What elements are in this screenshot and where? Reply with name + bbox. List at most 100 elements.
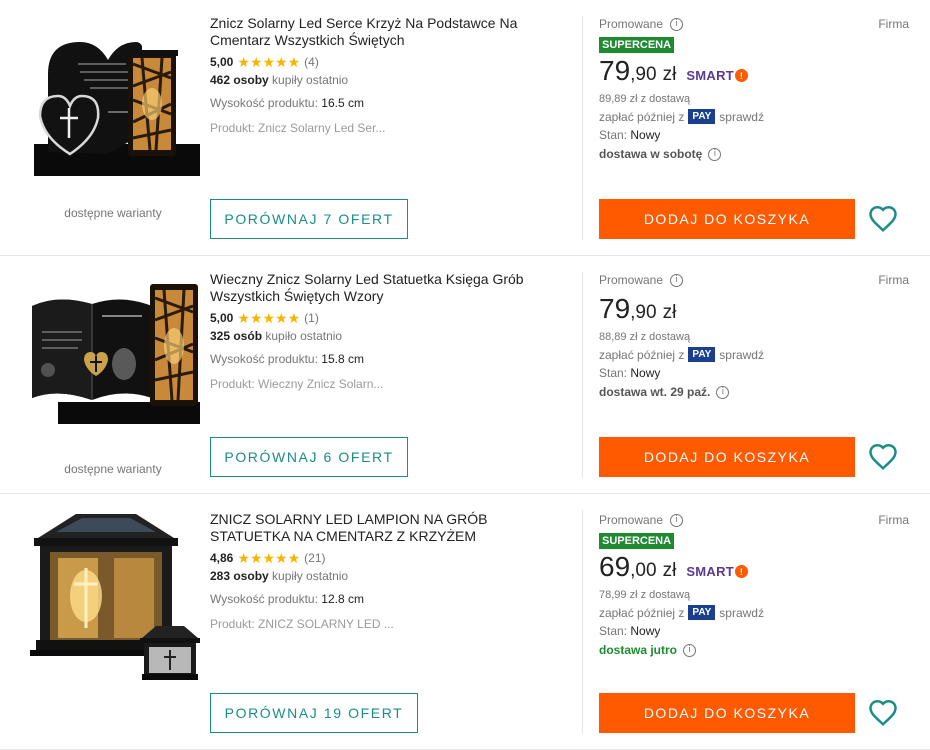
product-name[interactable]: Produkt: Wieczny Znicz Solarn...	[210, 377, 570, 391]
condition-label: Stan:	[599, 128, 628, 142]
promoted-text: Promowane	[599, 273, 664, 287]
item-condition: Stan: Nowy	[599, 624, 909, 638]
seller-type: Firma	[878, 17, 909, 31]
promoted-text: Promowane	[599, 513, 664, 527]
delivery-text: dostawa w sobotę	[599, 147, 703, 161]
offer-title[interactable]: ZNICZ SOLARNY LED LAMPION NA GRÓB STATUE…	[210, 511, 570, 545]
column-divider	[582, 272, 583, 478]
star-icon: ★	[237, 54, 250, 70]
star-icon: ★	[262, 310, 276, 326]
promoted-label: Promowane i	[599, 273, 909, 287]
smart-text: SMART	[686, 564, 735, 579]
star-icon: ★	[287, 54, 301, 70]
rating-count: (1)	[304, 311, 319, 325]
supercena-badge: SUPERCENA	[599, 533, 675, 549]
offer-card: ZNICZ SOLARNY LED LAMPION NA GRÓB STATUE…	[0, 494, 930, 750]
pay-later-check-link[interactable]: sprawdź	[719, 606, 764, 620]
buyers-suffix: kupiły ostatnio	[272, 569, 349, 583]
pay-later-check-link[interactable]: sprawdź	[719, 348, 764, 362]
delivery-info: dostawa jutro i	[599, 643, 909, 657]
product-image[interactable]	[18, 34, 204, 184]
rating-stars: ★ ★ ★ ★ ★	[237, 551, 300, 565]
variants-label[interactable]: dostępne warianty	[18, 462, 208, 476]
product-image[interactable]	[16, 508, 212, 690]
product-name[interactable]: Produkt: Znicz Solarny Led Ser...	[210, 121, 570, 135]
offer-price-panel: Promowane i Firma SUPERCENA 69,00 zł SMART…	[599, 513, 909, 657]
seller-type: Firma	[878, 513, 909, 527]
condition-value: Nowy	[630, 128, 661, 142]
buyers-count: 283 osoby	[210, 569, 269, 583]
pay-later: zapłać później z PAY sprawdź	[599, 109, 909, 124]
param-label: Wysokość produktu:	[210, 352, 318, 366]
param-value: 16.5 cm	[321, 96, 364, 110]
recent-buyers: 325 osób kupiło ostatnio	[210, 329, 570, 343]
condition-label: Stan:	[599, 366, 628, 380]
smart-exclamation-icon: !	[735, 69, 749, 82]
price-fraction: ,90	[630, 64, 657, 85]
condition-label: Stan:	[599, 624, 628, 638]
price-fraction: ,90	[630, 302, 657, 323]
product-image[interactable]	[18, 276, 204, 426]
offer-card: dostępne warianty Wieczny Znicz Solarny …	[0, 256, 930, 494]
promoted-text: Promowane	[599, 17, 664, 31]
price-integer: 79	[599, 55, 631, 86]
buyers-suffix: kupiło ostatnio	[265, 329, 343, 343]
info-icon[interactable]: i	[683, 643, 697, 657]
offer-card: dostępne warianty Znicz Solarny Led Serc…	[0, 0, 930, 256]
star-icon: ★	[262, 54, 276, 70]
price-currency: zł	[662, 302, 677, 323]
smart-text: SMART	[686, 68, 735, 83]
compare-offers-button[interactable]: PORÓWNAJ 6 OFERT	[210, 437, 408, 477]
product-parameter: Wysokość produktu: 16.5 cm	[210, 96, 570, 110]
rating-stars: ★ ★ ★ ★ ★	[237, 55, 300, 69]
rating-value: 5,00	[210, 55, 234, 69]
pay-badge-icon: PAY	[688, 347, 716, 362]
promoted-label: Promowane i	[599, 513, 909, 527]
supercena-badge: SUPERCENA	[599, 37, 675, 53]
promoted-label: Promowane i	[599, 17, 909, 31]
heart-outline-icon[interactable]	[868, 698, 898, 728]
condition-value: Nowy	[630, 366, 661, 380]
info-icon[interactable]: i	[716, 385, 730, 399]
rating-value: 5,00	[210, 311, 234, 325]
variants-label[interactable]: dostępne warianty	[18, 206, 208, 220]
info-icon[interactable]: i	[670, 513, 684, 527]
info-icon[interactable]: i	[670, 273, 684, 287]
pay-later-prefix: zapłać później z	[599, 109, 685, 124]
product-name[interactable]: Produkt: ZNICZ SOLARNY LED ...	[210, 617, 570, 631]
offer-details: Wieczny Znicz Solarny Led Statuetka Księ…	[210, 271, 570, 391]
rating-row: 4,86 ★ ★ ★ ★ ★ (21)	[210, 551, 570, 565]
rating-row: 5,00 ★ ★ ★ ★ ★ (4)	[210, 55, 570, 69]
heart-outline-icon[interactable]	[868, 442, 898, 472]
param-label: Wysokość produktu:	[210, 96, 318, 110]
param-label: Wysokość produktu:	[210, 592, 318, 606]
compare-offers-button[interactable]: PORÓWNAJ 19 OFERT	[210, 693, 418, 733]
offer-listing: dostępne warianty Znicz Solarny Led Serc…	[0, 0, 930, 750]
price: 69,00 zł SMART!	[599, 551, 909, 585]
price-currency: zł	[662, 560, 677, 581]
offer-details: Znicz Solarny Led Serce Krzyż Na Podstaw…	[210, 15, 570, 135]
buyers-count: 462 osoby	[210, 73, 269, 87]
compare-offers-button[interactable]: PORÓWNAJ 7 OFERT	[210, 199, 408, 239]
heart-outline-icon[interactable]	[868, 204, 898, 234]
recent-buyers: 462 osoby kupiły ostatnio	[210, 73, 570, 87]
smart-exclamation-icon: !	[735, 565, 749, 578]
product-parameter: Wysokość produktu: 12.8 cm	[210, 592, 570, 606]
offer-title[interactable]: Wieczny Znicz Solarny Led Statuetka Księ…	[210, 271, 570, 305]
rating-value: 4,86	[210, 551, 234, 565]
info-icon[interactable]: i	[708, 147, 722, 161]
price-integer: 69	[599, 551, 631, 582]
price-fraction: ,00	[630, 560, 657, 581]
pay-later-prefix: zapłać później z	[599, 605, 685, 620]
info-icon[interactable]: i	[670, 17, 684, 31]
offer-title[interactable]: Znicz Solarny Led Serce Krzyż Na Podstaw…	[210, 15, 570, 49]
add-to-cart-button[interactable]: DODAJ DO KOSZYKA	[599, 437, 855, 477]
pay-later-check-link[interactable]: sprawdź	[719, 110, 764, 124]
price-with-delivery: 89,89 zł z dostawą	[599, 93, 691, 105]
offer-price-panel: Promowane i Firma SUPERCENA 79,90 zł SMART…	[599, 17, 909, 161]
add-to-cart-button[interactable]: DODAJ DO KOSZYKA	[599, 199, 855, 239]
column-divider	[582, 510, 583, 734]
add-to-cart-button[interactable]: DODAJ DO KOSZYKA	[599, 693, 855, 733]
rating-count: (4)	[304, 55, 319, 69]
price-with-delivery: 78,99 zł z dostawą	[599, 589, 691, 601]
